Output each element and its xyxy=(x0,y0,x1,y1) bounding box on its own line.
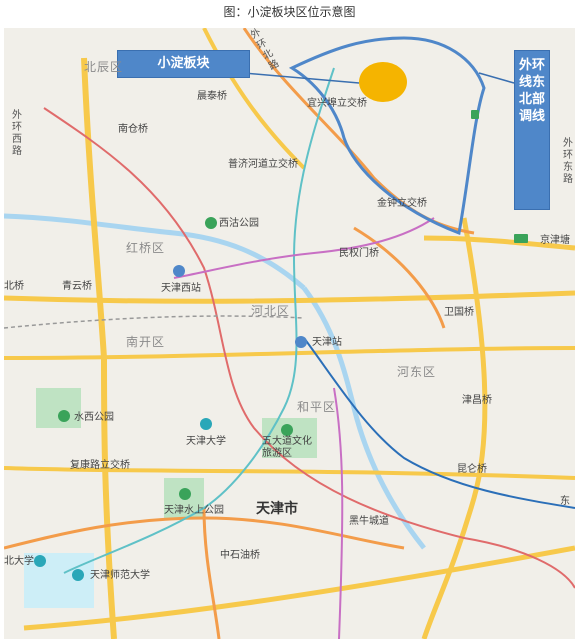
place-label: 民权门桥 xyxy=(339,248,379,259)
district-label: 红桥区 xyxy=(126,241,166,255)
place-label: 南仓桥 xyxy=(118,124,148,135)
place-label: 五大道文化旅游区 xyxy=(262,436,312,459)
highway-badge xyxy=(471,110,479,119)
district-label: 南开区 xyxy=(126,335,166,349)
park-icon[interactable] xyxy=(205,217,217,229)
figure-caption: 图：小淀板块区位示意图 xyxy=(223,5,356,19)
place-label: 黑牛城道 xyxy=(349,516,389,527)
place-label: 天津站 xyxy=(312,337,342,348)
road-label: 外环东路 xyxy=(563,138,573,185)
place-label: 宜兴埠立交桥 xyxy=(307,98,367,109)
place-label: 天津大学 xyxy=(186,436,226,447)
xiaodian-marker[interactable] xyxy=(359,62,407,102)
place-label: 西沽公园 xyxy=(219,218,259,229)
place-label: 复康路立交桥 xyxy=(70,460,130,471)
map-base-layer xyxy=(4,28,575,639)
district-label: 河北区 xyxy=(251,304,291,318)
district-label: 河东区 xyxy=(397,365,437,379)
place-label: 北桥 xyxy=(4,281,24,292)
place-label: 东 xyxy=(560,496,570,507)
park-icon[interactable] xyxy=(281,424,293,436)
place-label: 金钟立交桥 xyxy=(377,198,427,209)
outer-ring-callout: 外环线东北部调线 xyxy=(514,50,550,210)
district-label: 和平区 xyxy=(297,400,337,414)
place-label: 中石油桥 xyxy=(220,550,260,561)
road-label: 外环西路 xyxy=(12,110,22,157)
school-icon[interactable] xyxy=(34,555,46,567)
highway-badge xyxy=(514,234,528,243)
place-label: 昆仑桥 xyxy=(457,464,487,475)
callout-pointer xyxy=(478,72,515,84)
place-label: 卫国桥 xyxy=(444,307,474,318)
school-icon[interactable] xyxy=(72,569,84,581)
station-icon[interactable] xyxy=(295,336,307,348)
station-icon[interactable] xyxy=(173,265,185,277)
map-canvas[interactable]: 小淀板块 外环线东北部调线 北辰区 红桥区 河北区 南开区 河东区 和平区 天津… xyxy=(4,28,575,639)
place-label: 天津西站 xyxy=(161,283,201,294)
place-label: 水西公园 xyxy=(74,412,114,423)
place-label: 津昌桥 xyxy=(462,395,492,406)
xiaodian-callout: 小淀板块 xyxy=(117,50,250,78)
place-label: 普济河道立交桥 xyxy=(228,159,298,170)
park-icon[interactable] xyxy=(58,410,70,422)
place-label: 天津师范大学 xyxy=(90,570,150,581)
place-label: 天津水上公园 xyxy=(164,505,224,516)
city-label: 天津市 xyxy=(256,501,298,517)
district-label: 北辰区 xyxy=(84,60,124,74)
place-label: 北大学 xyxy=(4,556,34,567)
place-label: 晨泰桥 xyxy=(197,91,227,102)
school-icon[interactable] xyxy=(200,418,212,430)
place-label: 青云桥 xyxy=(62,281,92,292)
place-label: 京津塘 xyxy=(540,235,570,246)
park-icon[interactable] xyxy=(179,488,191,500)
